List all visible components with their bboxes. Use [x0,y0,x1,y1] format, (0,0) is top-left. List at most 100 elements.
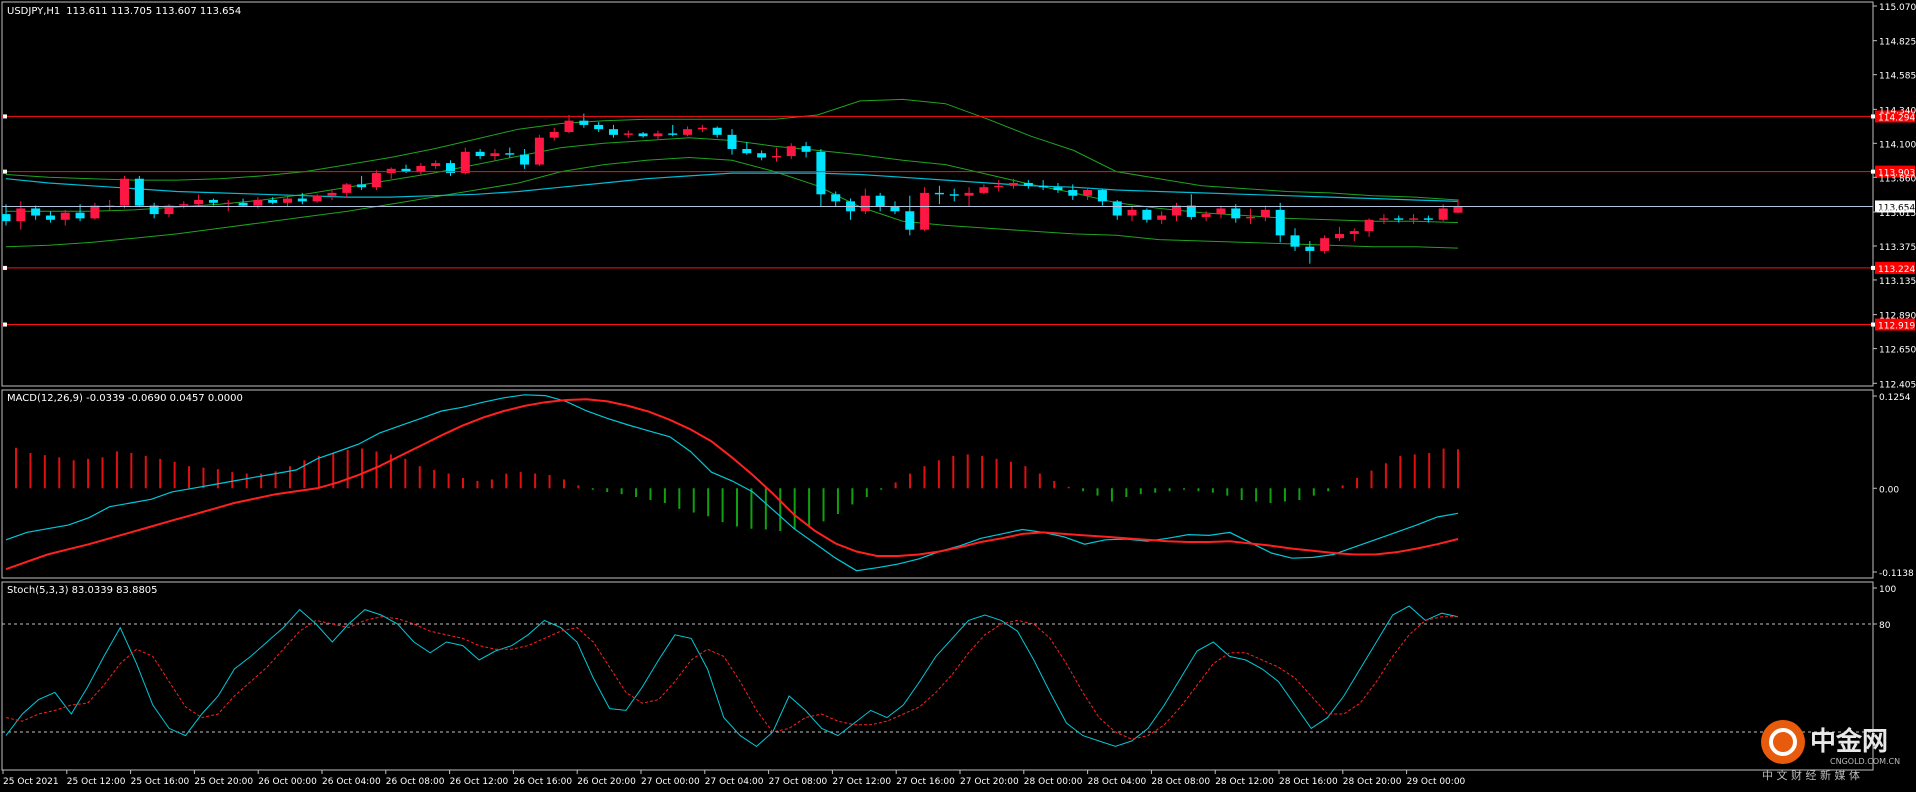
candle-body [1068,190,1078,196]
candle-body [505,153,515,155]
time-tick-label: 25 Oct 20:00 [194,777,253,787]
candle-body [1083,190,1093,196]
candle-body [45,215,55,220]
candle-body [594,124,604,130]
candle-body [875,195,885,208]
level-handle [1871,169,1875,174]
candle-body [949,194,959,196]
candle-body [638,133,648,137]
macd-tick-label: 0.1254 [1879,393,1911,403]
candle-body [223,202,233,204]
candle-body [208,199,218,203]
candle-body [994,185,1004,188]
candle-body [1394,218,1404,220]
stoch-label: Stoch(5,3,3) 83.0339 83.8805 [7,585,158,596]
candle-body [1142,209,1152,220]
price-tick-label: 113.375 [1879,243,1916,253]
time-tick-label: 25 Oct 12:00 [67,777,126,787]
candle-body [268,199,278,203]
candle-body [475,151,485,157]
candle-body [312,195,322,202]
time-tick-label: 27 Oct 20:00 [960,777,1019,787]
candle-body [386,168,396,174]
symbol-label: USDJPY,H1 113.611 113.705 113.607 113.654 [7,6,241,17]
candle-body [1053,187,1063,191]
candle-body [1364,219,1374,232]
chart-background [0,0,1916,792]
stoch-tick-label: 100 [1879,585,1896,595]
price-tick-label: 115.070 [1879,3,1916,13]
candle-body [1305,246,1315,251]
time-tick-label: 27 Oct 00:00 [641,777,700,787]
candle-body [1186,205,1196,217]
candle-body [1216,208,1226,215]
candle-body [327,192,337,196]
price-tick-label: 114.585 [1879,72,1916,82]
time-tick-label: 29 Oct 00:00 [1407,777,1466,787]
price-tick-label: 113.615 [1879,209,1916,219]
candle-body [120,178,130,206]
candle-body [934,192,944,195]
candle-body [1023,182,1033,186]
candle-body [534,137,544,165]
candle-body [431,163,441,166]
candle-body [860,195,870,212]
price-tick-label: 112.405 [1879,380,1916,390]
time-tick-label: 27 Oct 12:00 [832,777,891,787]
time-tick-label: 28 Oct 04:00 [1088,777,1147,787]
candle-body [905,211,915,230]
candle-body [1201,214,1211,217]
candle-body [371,173,381,188]
level-handle [1871,322,1875,327]
time-tick-label: 27 Oct 16:00 [896,777,955,787]
level-price-label: 113.224 [1878,265,1915,275]
candle-body [194,199,204,205]
time-tick-label: 28 Oct 08:00 [1151,777,1210,787]
stoch-tick-label: 80 [1879,621,1891,631]
candle-body [90,205,100,219]
candle-body [564,120,574,132]
time-tick-label: 28 Oct 20:00 [1343,777,1402,787]
candle-body [757,153,767,158]
candle-body [1320,238,1330,251]
macd-tick-label: 0.00 [1879,485,1899,495]
candle-body [1009,182,1019,186]
price-tick-label: 112.650 [1879,346,1916,356]
candle-body [1097,190,1107,202]
candle-body [623,133,633,135]
candle-body [1275,209,1285,236]
candle-body [771,156,781,158]
macd-tick-label: -0.1138 [1879,569,1914,579]
logo-domain-text: CNGOLD.COM.CN [1830,757,1900,766]
candle-body [727,134,737,149]
candle-body [60,212,70,220]
candle-body [1171,205,1181,216]
candle-body [920,192,930,230]
candle-body [416,165,426,172]
candle-body [460,151,470,174]
candle-body [283,198,293,203]
candle-body [342,184,352,193]
candle-body [179,204,189,206]
candle-body [1438,208,1448,220]
price-tick-label: 114.100 [1879,140,1916,150]
time-tick-label: 27 Oct 04:00 [705,777,764,787]
time-tick-label: 26 Oct 04:00 [322,777,381,787]
candle-body [31,208,41,216]
candle-body [1127,209,1137,216]
candle-body [801,146,811,152]
candle-body [1,214,11,222]
macd-label: MACD(12,26,9) -0.0339 -0.0690 0.0457 0.0… [7,393,243,404]
candle-body [1379,218,1389,220]
candle-body [979,187,989,193]
candle-body [134,178,144,206]
candle-body [549,132,559,138]
time-tick-label: 25 Oct 2021 [3,777,59,787]
time-tick-label: 26 Oct 12:00 [450,777,509,787]
level-price-label: 112.919 [1878,322,1915,332]
candle-body [831,194,841,202]
time-tick-label: 26 Oct 16:00 [513,777,572,787]
candle-body [653,133,663,137]
time-tick-label: 27 Oct 08:00 [769,777,828,787]
candle-body [75,212,85,219]
